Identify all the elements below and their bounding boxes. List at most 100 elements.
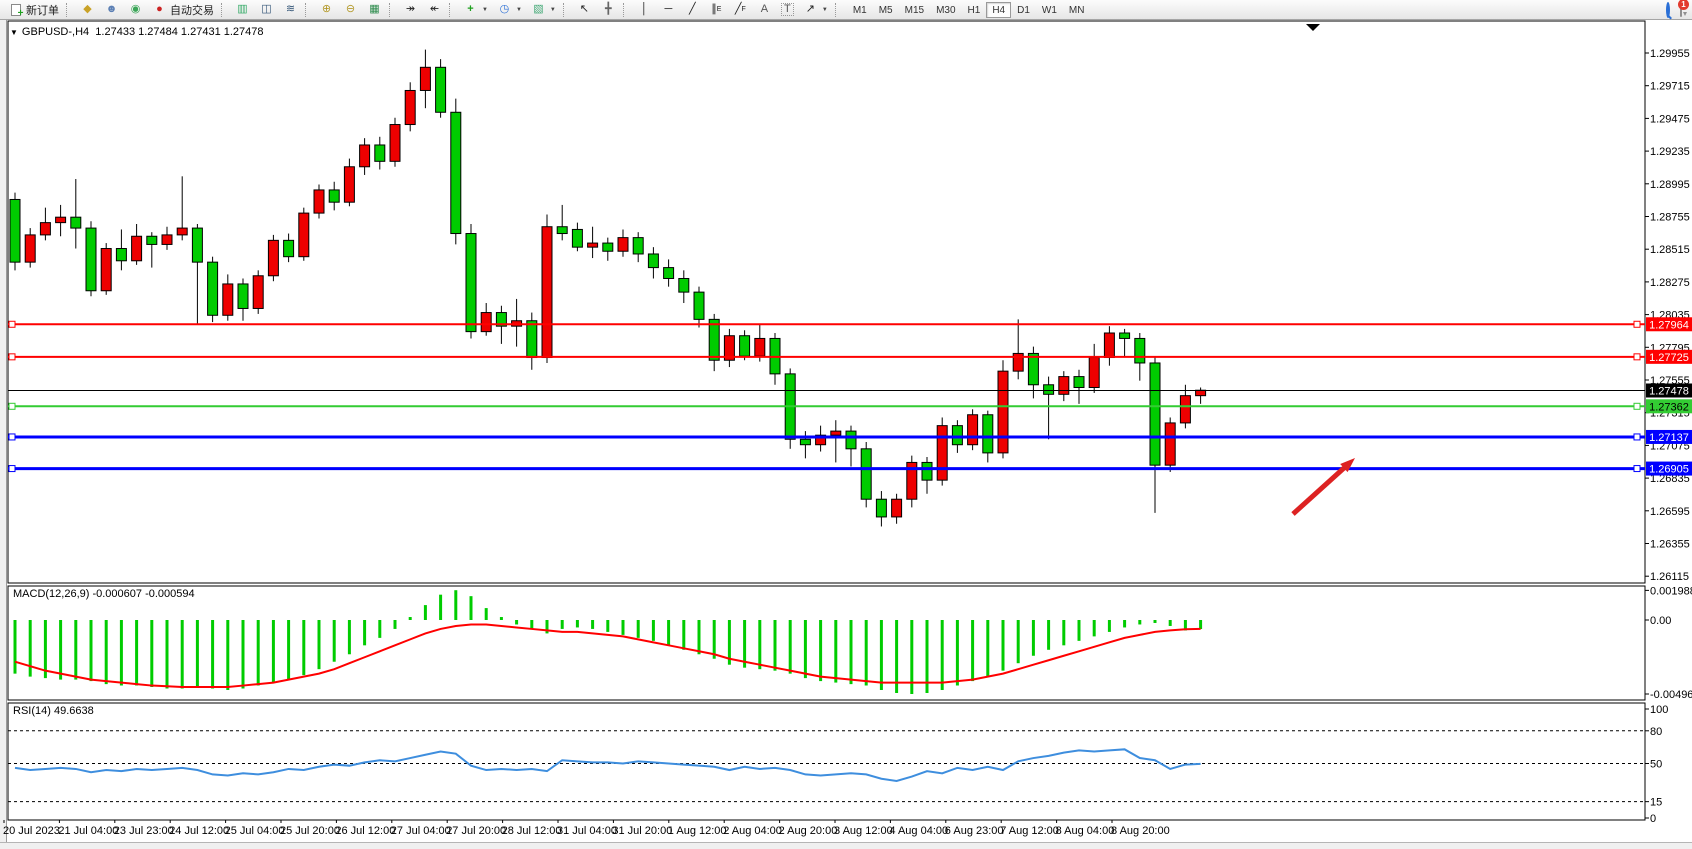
timeframe-D1[interactable]: D1 <box>1011 2 1036 18</box>
price-axis-label: 1.29475 <box>1650 113 1690 125</box>
text-tool-button[interactable]: A <box>753 1 776 18</box>
candle-body <box>1104 333 1114 358</box>
level-line-handle[interactable] <box>9 434 15 440</box>
candle-body <box>755 338 765 356</box>
timeframe-M30[interactable]: M30 <box>930 2 961 18</box>
timeframe-MN[interactable]: MN <box>1063 2 1091 18</box>
level-line-handle[interactable] <box>1634 466 1640 472</box>
macd-axis-label: 0.00 <box>1650 615 1671 627</box>
channel-tool-button[interactable]: ∥E <box>705 1 728 18</box>
chart-shift-button[interactable]: ↞ <box>423 1 446 18</box>
indicators-button[interactable]: +▼ <box>459 1 492 18</box>
zoom-in-icon: ⊕ <box>319 2 334 17</box>
timeframe-W1[interactable]: W1 <box>1036 2 1063 18</box>
template-icon: ▧ <box>531 2 546 17</box>
time-axis-label: 2 Aug 04:00 <box>723 825 782 837</box>
level-line-handle[interactable] <box>9 466 15 472</box>
tile-windows-button[interactable]: ▦ <box>363 1 386 18</box>
text-icon: A <box>757 2 772 17</box>
level-line-handle[interactable] <box>9 403 15 409</box>
rsi-axis-label: 0 <box>1650 813 1656 825</box>
auto-scroll-icon: ↠ <box>403 2 418 17</box>
candle-body <box>56 217 66 222</box>
symbol-collapse-icon[interactable]: ▼ <box>10 28 18 37</box>
tile-windows-icon: ▦ <box>367 2 382 17</box>
vertical-line-tool-button[interactable]: │ <box>633 1 656 18</box>
candle-body <box>147 236 157 244</box>
search-button[interactable] <box>1666 4 1670 16</box>
candle-body <box>846 431 856 449</box>
price-axis-label: 1.28515 <box>1650 244 1690 256</box>
arrows-tool-button[interactable]: ↗▼ <box>799 1 832 18</box>
timeframe-M1[interactable]: M1 <box>847 2 873 18</box>
chevron-down-icon: ▼ <box>550 7 556 13</box>
level-line-handle[interactable] <box>1634 403 1640 409</box>
periods-button[interactable]: ◷▼ <box>493 1 526 18</box>
candle-body <box>1044 385 1054 395</box>
time-axis-label: 3 Aug 12:00 <box>834 825 893 837</box>
trendline-tool-button[interactable]: ╱ <box>681 1 704 18</box>
toolbar-separator <box>623 3 629 17</box>
new-order-button[interactable]: + 新订单 <box>4 1 63 18</box>
zoom-out-button[interactable]: ⊖ <box>339 1 362 18</box>
price-badge-label: 1.27137 <box>1649 432 1689 444</box>
line-chart-button[interactable]: ≋ <box>279 1 302 18</box>
candle-body <box>314 190 324 213</box>
bar-chart-button[interactable]: ▥ <box>231 1 254 18</box>
level-line-handle[interactable] <box>9 321 15 327</box>
time-axis-label: 31 Jul 20:00 <box>612 825 672 837</box>
rsi-panel[interactable] <box>8 703 1645 820</box>
level-line-handle[interactable] <box>1634 354 1640 360</box>
rsi-axis-label: 100 <box>1650 704 1668 716</box>
candle-body <box>375 145 385 161</box>
horizontal-line-tool-button[interactable]: ─ <box>657 1 680 18</box>
toolbar-separator <box>66 3 72 17</box>
candle-body <box>542 227 552 358</box>
auto-trading-button[interactable]: ● 自动交易 <box>148 1 218 18</box>
candle-body <box>800 439 810 444</box>
chart-canvas[interactable]: 1.299551.297151.294751.292351.289951.287… <box>0 0 1692 849</box>
toolbar-separator <box>305 3 311 17</box>
level-line-handle[interactable] <box>1634 321 1640 327</box>
time-axis-label: 8 Aug 20:00 <box>1111 825 1170 837</box>
candle-body <box>664 268 674 279</box>
candle-body <box>952 426 962 445</box>
data-window-button[interactable]: ☻ <box>100 1 123 18</box>
candle-body <box>132 236 142 261</box>
price-badge-label: 1.27362 <box>1649 401 1689 413</box>
auto-trading-icon: ● <box>152 2 167 17</box>
cursor-tool-button[interactable]: ↖ <box>573 1 596 18</box>
level-line-handle[interactable] <box>1634 434 1640 440</box>
crosshair-tool-button[interactable]: ╋ <box>597 1 620 18</box>
timeframe-H1[interactable]: H1 <box>962 2 987 18</box>
candle-body <box>436 67 446 112</box>
timeframe-M15[interactable]: M15 <box>899 2 930 18</box>
zoom-in-button[interactable]: ⊕ <box>315 1 338 18</box>
macd-panel[interactable] <box>8 586 1645 700</box>
trendline-icon: ╱ <box>685 2 700 17</box>
templates-button[interactable]: ▧▼ <box>527 1 560 18</box>
fibonacci-icon: ╱F <box>733 2 748 17</box>
candle-body <box>1059 377 1069 395</box>
timeframe-M5[interactable]: M5 <box>873 2 899 18</box>
navigator-button[interactable]: ◉ <box>124 1 147 18</box>
notifications-button[interactable]: 1 <box>1680 4 1682 16</box>
candle-body <box>983 415 993 453</box>
new-order-label: 新订单 <box>26 2 59 18</box>
timeframe-H4[interactable]: H4 <box>986 2 1011 18</box>
macd-axis-label: -0.004967 <box>1650 689 1692 701</box>
time-axis-label: 1 Aug 12:00 <box>668 825 727 837</box>
candlestick-chart-button[interactable]: ◫ <box>255 1 278 18</box>
crosshair-icon: ╋ <box>601 2 616 17</box>
candle-body <box>1074 377 1084 388</box>
level-line-handle[interactable] <box>9 354 15 360</box>
candle-body <box>557 227 567 234</box>
fibonacci-tool-button[interactable]: ╱F <box>729 1 752 18</box>
time-axis-label: 7 Aug 12:00 <box>1000 825 1059 837</box>
market-watch-button[interactable]: ◆ <box>76 1 99 18</box>
auto-scroll-button[interactable]: ↠ <box>399 1 422 18</box>
price-axis-label: 1.26595 <box>1650 506 1690 518</box>
text-label-tool-button[interactable]: T <box>777 1 798 18</box>
candle-body <box>405 90 415 124</box>
candle-body <box>831 431 841 435</box>
